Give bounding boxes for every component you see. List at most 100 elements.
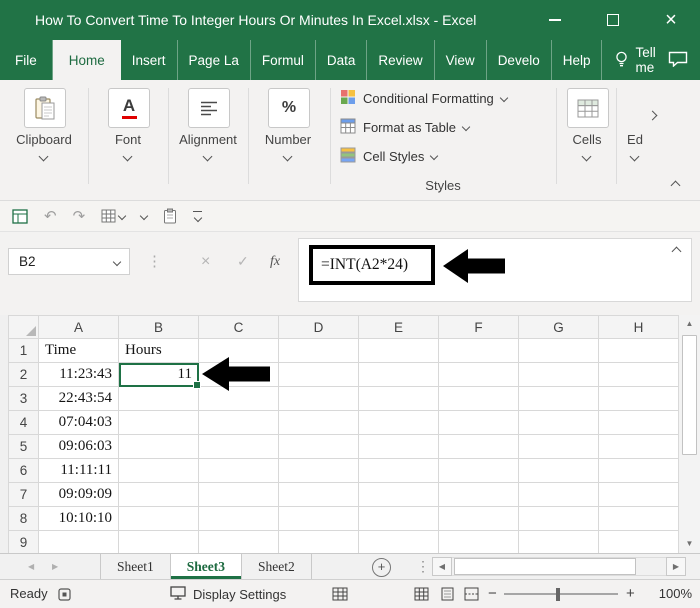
close-button[interactable]: ×	[642, 0, 700, 40]
scroll-down-icon[interactable]: ▼	[679, 535, 700, 553]
cell-H5[interactable]	[599, 435, 679, 459]
cell-F2[interactable]	[439, 363, 519, 387]
tab-scroll-right-icon[interactable]: ▶	[52, 554, 58, 579]
cell-F7[interactable]	[439, 483, 519, 507]
cell-C8[interactable]	[199, 507, 279, 531]
row-header-2[interactable]: 2	[9, 363, 39, 387]
cell-F6[interactable]	[439, 459, 519, 483]
vertical-scrollbar-thumb[interactable]	[682, 335, 697, 455]
cell-E3[interactable]	[359, 387, 439, 411]
tab-insert[interactable]: Insert	[121, 40, 178, 80]
cell-F8[interactable]	[439, 507, 519, 531]
cell-H2[interactable]	[599, 363, 679, 387]
cell-C9[interactable]	[199, 531, 279, 555]
collapse-formula-bar-icon[interactable]	[672, 247, 682, 257]
horizontal-scrollbar-track[interactable]	[452, 557, 666, 576]
view-normal-icon[interactable]	[414, 587, 429, 601]
cell-H9[interactable]	[599, 531, 679, 555]
cell-A6[interactable]: 11:11:11	[39, 459, 119, 483]
formula-input[interactable]: =INT(A2*24)	[298, 238, 692, 302]
cell-A2[interactable]: 11:23:43	[39, 363, 119, 387]
cell-B8[interactable]	[119, 507, 199, 531]
chevron-down-icon[interactable]	[630, 152, 640, 162]
tab-view[interactable]: View	[435, 40, 487, 80]
cell-B6[interactable]	[119, 459, 199, 483]
table-tool-icon[interactable]	[101, 209, 125, 223]
cell-E5[interactable]	[359, 435, 439, 459]
workbook-icon[interactable]	[12, 209, 28, 224]
cell-B4[interactable]	[119, 411, 199, 435]
column-header-C[interactable]: C	[199, 316, 279, 339]
cell-H3[interactable]	[599, 387, 679, 411]
column-header-B[interactable]: B	[119, 316, 199, 339]
clipboard-icon[interactable]	[24, 88, 66, 128]
tab-home[interactable]: Home	[53, 40, 121, 80]
cell-B2-selected[interactable]: 11	[119, 363, 199, 387]
column-header-F[interactable]: F	[439, 316, 519, 339]
insert-function-icon[interactable]: fx	[270, 248, 280, 275]
align-left-icon[interactable]	[188, 88, 230, 128]
tell-me-button[interactable]: Tell me	[602, 40, 667, 80]
cell-D4[interactable]	[279, 411, 359, 435]
column-header-G[interactable]: G	[519, 316, 599, 339]
zoom-slider-thumb[interactable]	[556, 588, 560, 601]
row-header-9[interactable]: 9	[9, 531, 39, 555]
customize-qat-icon[interactable]	[193, 211, 202, 221]
sheet-tab-sheet3[interactable]: Sheet3	[171, 554, 242, 579]
cell-A1[interactable]: Time	[39, 339, 119, 363]
cell-C6[interactable]	[199, 459, 279, 483]
new-sheet-button[interactable]: +	[372, 558, 391, 577]
tab-help[interactable]: Help	[552, 40, 603, 80]
cell-G9[interactable]	[519, 531, 599, 555]
cancel-icon[interactable]: ×	[201, 248, 210, 275]
cell-F4[interactable]	[439, 411, 519, 435]
cell-A7[interactable]: 09:09:09	[39, 483, 119, 507]
cell-C7[interactable]	[199, 483, 279, 507]
cell-F1[interactable]	[439, 339, 519, 363]
chevron-down-icon[interactable]	[582, 152, 592, 162]
cell-styles-button[interactable]: Cell Styles	[336, 144, 437, 168]
cell-G5[interactable]	[519, 435, 599, 459]
cell-E4[interactable]	[359, 411, 439, 435]
cell-H1[interactable]	[599, 339, 679, 363]
zoom-level[interactable]: 100%	[646, 580, 692, 608]
cell-E6[interactable]	[359, 459, 439, 483]
row-header-1[interactable]: 1	[9, 339, 39, 363]
cell-H7[interactable]	[599, 483, 679, 507]
select-all-button[interactable]	[9, 316, 39, 339]
cell-G7[interactable]	[519, 483, 599, 507]
cell-F5[interactable]	[439, 435, 519, 459]
cell-A5[interactable]: 09:06:03	[39, 435, 119, 459]
cell-F9[interactable]	[439, 531, 519, 555]
scroll-left-icon[interactable]: ◀	[432, 557, 452, 576]
clipboard-pin-icon[interactable]	[163, 208, 177, 224]
maximize-button[interactable]	[584, 0, 642, 40]
view-page-layout-icon[interactable]	[440, 587, 455, 601]
row-header-4[interactable]: 4	[9, 411, 39, 435]
vertical-scrollbar[interactable]: ▲ ▼	[678, 315, 700, 553]
conditional-formatting-button[interactable]: Conditional Formatting	[336, 86, 507, 110]
cell-G3[interactable]	[519, 387, 599, 411]
cell-D8[interactable]	[279, 507, 359, 531]
tab-formulas[interactable]: Formul	[251, 40, 316, 80]
row-header-8[interactable]: 8	[9, 507, 39, 531]
cell-B5[interactable]	[119, 435, 199, 459]
scroll-right-icon[interactable]: ▶	[666, 557, 686, 576]
cell-B7[interactable]	[119, 483, 199, 507]
chevron-down-icon[interactable]	[39, 152, 49, 162]
sheet-tab-sheet1[interactable]: Sheet1	[100, 554, 171, 579]
cells-icon[interactable]	[567, 88, 609, 128]
collapse-ribbon-chevron[interactable]	[671, 181, 681, 191]
tab-review[interactable]: Review	[367, 40, 434, 80]
display-settings-button[interactable]: Display Settings	[170, 580, 286, 608]
enter-icon[interactable]: ✓	[237, 248, 249, 275]
dropdown-chevron-icon[interactable]	[141, 213, 147, 219]
cell-A4[interactable]: 07:04:03	[39, 411, 119, 435]
cell-B3[interactable]	[119, 387, 199, 411]
name-box-dropdown-icon[interactable]	[113, 258, 121, 266]
view-page-break-icon[interactable]	[464, 587, 479, 601]
horizontal-scrollbar[interactable]: ◀ ▶	[432, 557, 686, 576]
cell-E9[interactable]	[359, 531, 439, 555]
row-header-6[interactable]: 6	[9, 459, 39, 483]
cell-H6[interactable]	[599, 459, 679, 483]
